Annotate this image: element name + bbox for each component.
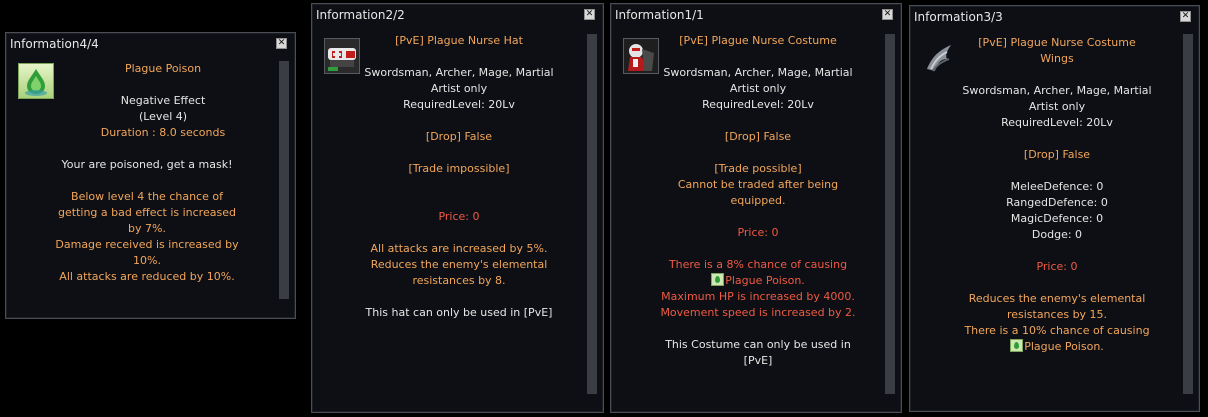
effect-line: Damage received is increased by [55, 238, 239, 251]
effect-line: Reduces the enemy's elemental [370, 258, 548, 271]
stat-line: Dodge: 0 [1031, 228, 1083, 241]
plague-poison-icon [18, 63, 54, 99]
tooltip-body-details: Swordsman, Archer, Mage, Martial Artist … [617, 65, 899, 369]
item-name: [PvE] Plague Nurse Costume [679, 34, 837, 47]
close-icon[interactable]: ✕ [1180, 11, 1191, 22]
drop-status: [Drop] False [1023, 148, 1091, 161]
class-restriction: Swordsman, Archer, Mage, Martial [663, 66, 853, 79]
tooltip-body: [PvE] Plague Nurse Costume [647, 33, 869, 49]
usage-note: This hat can only be used in [PvE] [365, 306, 553, 319]
class-restriction: Swordsman, Archer, Mage, Martial [364, 66, 554, 79]
tooltip-title: Information2/2 [316, 8, 405, 22]
trade-status: [Trade possible] [714, 162, 802, 175]
tooltip-body-details: Swordsman, Archer, Mage, Martial Artist … [318, 65, 600, 321]
item-price: Price: 0 [1036, 260, 1078, 273]
tooltip-body-details: Swordsman, Archer, Mage, Martial Artist … [916, 83, 1198, 355]
item-name: [PvE] Plague Nurse Costume [978, 36, 1136, 49]
class-restriction: Artist only [1028, 100, 1086, 113]
item-tooltip-plague-nurse-hat: Information2/2 ✕ [PvE] Plague Nurse Hat … [311, 3, 604, 413]
tooltip-title: Information3/3 [914, 10, 1003, 24]
plague-poison-icon [1010, 339, 1024, 352]
tooltip-title: Information4/4 [10, 37, 99, 51]
effect-line: Movement speed is increased by 2. [660, 306, 856, 319]
item-price: Price: 0 [438, 210, 480, 223]
effect-type: Negative Effect [120, 94, 206, 107]
trade-note: Cannot be traded after being [677, 178, 839, 191]
trade-note: equipped. [730, 194, 786, 207]
tooltip-body-desc: Your are poisoned, get a mask! Below lev… [12, 157, 282, 285]
item-price: Price: 0 [737, 226, 779, 239]
close-icon[interactable]: ✕ [276, 38, 287, 49]
effect-level: (Level 4) [138, 110, 188, 123]
effect-line: Reduces the enemy's elemental [968, 292, 1146, 305]
effect-link[interactable]: Plague Poison. [725, 274, 805, 287]
class-restriction: Swordsman, Archer, Mage, Martial [962, 84, 1152, 97]
effect-line: getting a bad effect is increased [58, 206, 236, 219]
effect-line: 10%. [133, 254, 161, 267]
item-tooltip-plague-nurse-costume-wings: Information3/3 ✕ [PvE] Plague Nurse Cost… [909, 5, 1200, 412]
tooltip-title: Information1/1 [615, 8, 704, 22]
trade-status: [Trade impossible] [408, 162, 510, 175]
stat-line: MeleeDefence: 0 [1010, 180, 1104, 193]
tooltip-body: Plague Poison Negative Effect (Level 4) … [56, 61, 270, 141]
effect-line: resistances by 8. [412, 274, 506, 287]
plague-poison-icon [711, 273, 725, 286]
effect-duration: Duration : 8.0 seconds [100, 126, 226, 139]
stat-line: MagicDefence: 0 [1010, 212, 1104, 225]
item-tooltip-plague-nurse-costume: Information1/1 ✕ [PvE] Plague Nurse Cost… [610, 3, 902, 413]
effect-line: All attacks are increased by 5%. [370, 242, 548, 255]
tooltip-body: [PvE] Plague Nurse Costume Wings [946, 35, 1168, 67]
class-restriction: Artist only [430, 82, 488, 95]
effect-line: Below level 4 the chance of [71, 190, 223, 203]
close-icon[interactable]: ✕ [584, 9, 595, 20]
item-name: Wings [1040, 52, 1074, 65]
required-level: RequiredLevel: 20Lv [702, 98, 814, 111]
drop-status: [Drop] False [425, 130, 493, 143]
drop-status: [Drop] False [724, 130, 792, 143]
effect-line: Maximum HP is increased by 4000. [661, 290, 855, 303]
close-icon[interactable]: ✕ [882, 9, 893, 20]
buff-tooltip-plague-poison: Information4/4 ✕ Plague Poison Negative … [5, 32, 296, 319]
effect-line: There is a 8% chance of causing [668, 258, 848, 271]
effect-line: There is a 10% chance of causing [964, 324, 1150, 337]
effect-line: by 7%. [128, 222, 166, 235]
tooltip-body: [PvE] Plague Nurse Hat [348, 33, 570, 49]
usage-note: This Costume can only be used in [665, 338, 851, 351]
item-name: [PvE] Plague Nurse Hat [395, 34, 523, 47]
required-level: RequiredLevel: 20Lv [403, 98, 515, 111]
effect-link[interactable]: Plague Poison. [1024, 340, 1104, 353]
effect-link-line: Plague Poison. [916, 339, 1198, 355]
buff-name: Plague Poison [124, 62, 202, 75]
stat-line: RangedDefence: 0 [1006, 196, 1108, 209]
required-level: RequiredLevel: 20Lv [1001, 116, 1113, 129]
effect-line: resistances by 15. [1006, 308, 1108, 321]
flavor-text: Your are poisoned, get a mask! [61, 158, 233, 171]
usage-note: [PvE] [743, 354, 773, 367]
class-restriction: Artist only [729, 82, 787, 95]
effect-line: All attacks are reduced by 10%. [59, 270, 235, 283]
effect-link-line: Plague Poison. [617, 273, 899, 289]
